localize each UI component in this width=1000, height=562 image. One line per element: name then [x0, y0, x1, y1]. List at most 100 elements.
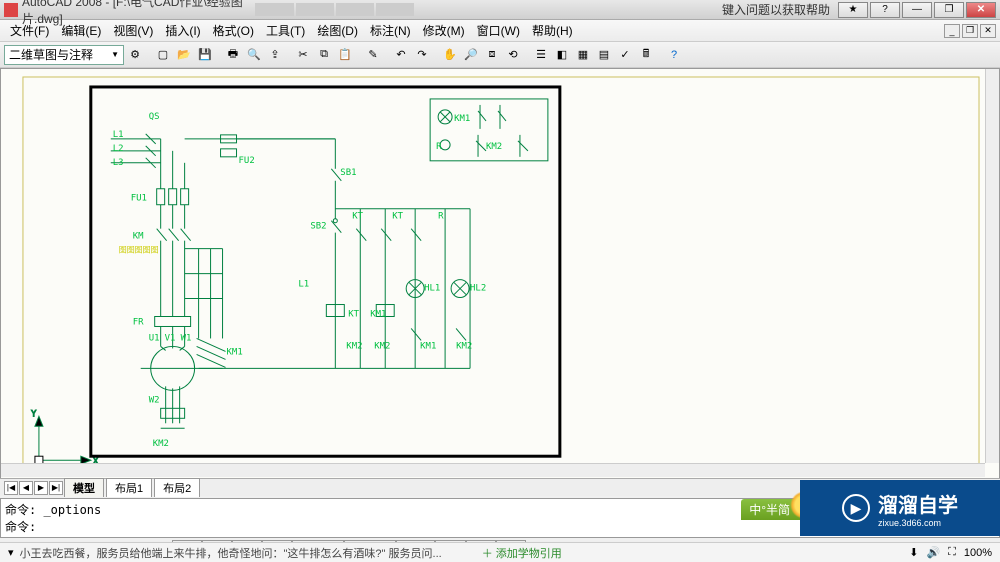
pan-icon[interactable]: ✋: [440, 45, 460, 65]
label-km2-bottom: KM2: [153, 439, 169, 449]
add-link[interactable]: ＋ 添加学物引用: [482, 545, 562, 561]
preview-icon[interactable]: 🔍: [244, 45, 264, 65]
zoomprev-icon[interactable]: ⟲: [503, 45, 523, 65]
props-icon[interactable]: ☰: [531, 45, 551, 65]
tab-nav-next[interactable]: ▶: [34, 481, 48, 495]
label-hl2: HL2: [470, 284, 486, 294]
label-fu1: FU1: [131, 194, 147, 204]
minimize-button[interactable]: —: [902, 2, 932, 18]
zoom-level: 100%: [964, 547, 992, 559]
publish-icon[interactable]: ⇪: [265, 45, 285, 65]
tab-model[interactable]: 模型: [64, 478, 104, 497]
bg-tab[interactable]: [336, 3, 374, 16]
label-km1-c: KM1: [420, 341, 436, 351]
cmd-prefix3: 命令:: [5, 537, 36, 538]
drawing-area[interactable]: Y X: [0, 68, 1000, 478]
menu-modify[interactable]: 修改(M): [417, 20, 471, 41]
background-tabs: [255, 3, 722, 16]
markup-icon[interactable]: ✓: [615, 45, 635, 65]
play-icon: ▶: [842, 494, 870, 522]
label-kt2: KT: [392, 212, 403, 222]
bg-tab[interactable]: [296, 3, 334, 16]
label-km2-c: KM2: [346, 341, 362, 351]
menu-edit[interactable]: 编辑(E): [55, 20, 107, 41]
tab-nav-last[interactable]: ▶|: [49, 481, 63, 495]
horizontal-scrollbar[interactable]: [1, 463, 985, 477]
zoomwin-icon[interactable]: ⧈: [482, 45, 502, 65]
ime-indicator[interactable]: 中°半简: [741, 499, 800, 520]
undo-icon[interactable]: ↶: [391, 45, 411, 65]
workspace-dropdown[interactable]: 二维草图与注释: [4, 45, 124, 65]
expand-icon[interactable]: ⛶: [948, 546, 956, 559]
tab-nav-prev[interactable]: ◀: [19, 481, 33, 495]
label-km2-c3: KM2: [456, 341, 472, 351]
label-km1-coil: KM1: [370, 309, 386, 319]
mdi-close[interactable]: ✕: [980, 24, 996, 38]
star-button[interactable]: ★: [838, 2, 868, 18]
bg-tab[interactable]: [255, 3, 293, 16]
label-w1: W1: [181, 333, 192, 343]
svg-text:Y: Y: [31, 409, 37, 419]
maximize-button[interactable]: ❐: [934, 2, 964, 18]
collapse-icon[interactable]: ▾: [8, 546, 14, 559]
label-u1: U1: [149, 333, 160, 343]
download-icon[interactable]: ⬇: [909, 546, 918, 559]
label-v1: V1: [165, 333, 176, 343]
label-qs: QS: [149, 112, 160, 122]
close-button[interactable]: ✕: [966, 2, 996, 18]
label-l3: L3: [113, 158, 124, 168]
label-r: R: [438, 212, 444, 222]
help-hint[interactable]: 键入问题以获取帮助: [722, 1, 830, 18]
joke-text: 小王去吃西餐，服务员给他端上来牛排，他奇怪地问："这牛排怎么有酒味?" 服务员问…: [20, 545, 442, 561]
cmd-prefix: 命令:: [5, 503, 43, 517]
save-icon[interactable]: 💾: [195, 45, 215, 65]
paste-icon[interactable]: 📋: [335, 45, 355, 65]
label-hl1: HL1: [424, 284, 440, 294]
help-button[interactable]: ?: [870, 2, 900, 18]
calc-icon[interactable]: 🖩: [636, 45, 656, 65]
help-icon[interactable]: ?: [664, 45, 684, 65]
mdi-minimize[interactable]: _: [944, 24, 960, 38]
sound-icon[interactable]: 🔊: [926, 546, 940, 559]
menu-tools[interactable]: 工具(T): [260, 20, 311, 41]
settings-icon[interactable]: ⚙: [125, 45, 145, 65]
label-kt: KT: [352, 212, 363, 222]
menu-dim[interactable]: 标注(N): [364, 20, 417, 41]
label-km1: KM1: [227, 347, 243, 357]
new-icon[interactable]: ▢: [153, 45, 173, 65]
copy-icon[interactable]: ⧉: [314, 45, 334, 65]
cut-icon[interactable]: ✂: [293, 45, 313, 65]
tab-layout2[interactable]: 布局2: [154, 478, 200, 497]
ime-text: 中°半简: [749, 501, 790, 518]
open-icon[interactable]: 📂: [174, 45, 194, 65]
menu-view[interactable]: 视图(V): [107, 20, 159, 41]
menu-format[interactable]: 格式(O): [207, 20, 260, 41]
label-fu2: FU2: [239, 156, 255, 166]
toolpal-icon[interactable]: ▦: [573, 45, 593, 65]
label-l1b: L1: [298, 280, 309, 290]
plot-icon[interactable]: 🖶: [223, 45, 243, 65]
label-yellow: 图图图图图: [119, 246, 159, 255]
tab-nav-first[interactable]: |◀: [4, 481, 18, 495]
menu-draw[interactable]: 绘图(D): [311, 20, 364, 41]
menu-file[interactable]: 文件(F): [4, 20, 55, 41]
design-icon[interactable]: ◧: [552, 45, 572, 65]
redo-icon[interactable]: ↷: [412, 45, 432, 65]
match-icon[interactable]: ✎: [363, 45, 383, 65]
video-watermark: ▶ 溜溜自学 zixue.3d66.com: [800, 480, 1000, 536]
label-km: KM: [133, 232, 144, 242]
legend-km2: KM2: [486, 142, 502, 152]
menu-help[interactable]: 帮助(H): [526, 20, 579, 41]
tab-layout1[interactable]: 布局1: [106, 478, 152, 497]
menu-window[interactable]: 窗口(W): [471, 20, 526, 41]
vertical-scrollbar[interactable]: [985, 69, 999, 463]
label-kt-coil: KT: [348, 309, 359, 319]
zoom-icon[interactable]: 🔎: [461, 45, 481, 65]
mdi-restore[interactable]: ❐: [962, 24, 978, 38]
cmd-prefix2: 命令:: [5, 520, 36, 534]
sheet-icon[interactable]: ▤: [594, 45, 614, 65]
label-l2: L2: [113, 144, 124, 154]
workspace-label: 二维草图与注释: [9, 46, 93, 63]
bg-tab[interactable]: [376, 3, 414, 16]
menu-insert[interactable]: 插入(I): [159, 20, 206, 41]
